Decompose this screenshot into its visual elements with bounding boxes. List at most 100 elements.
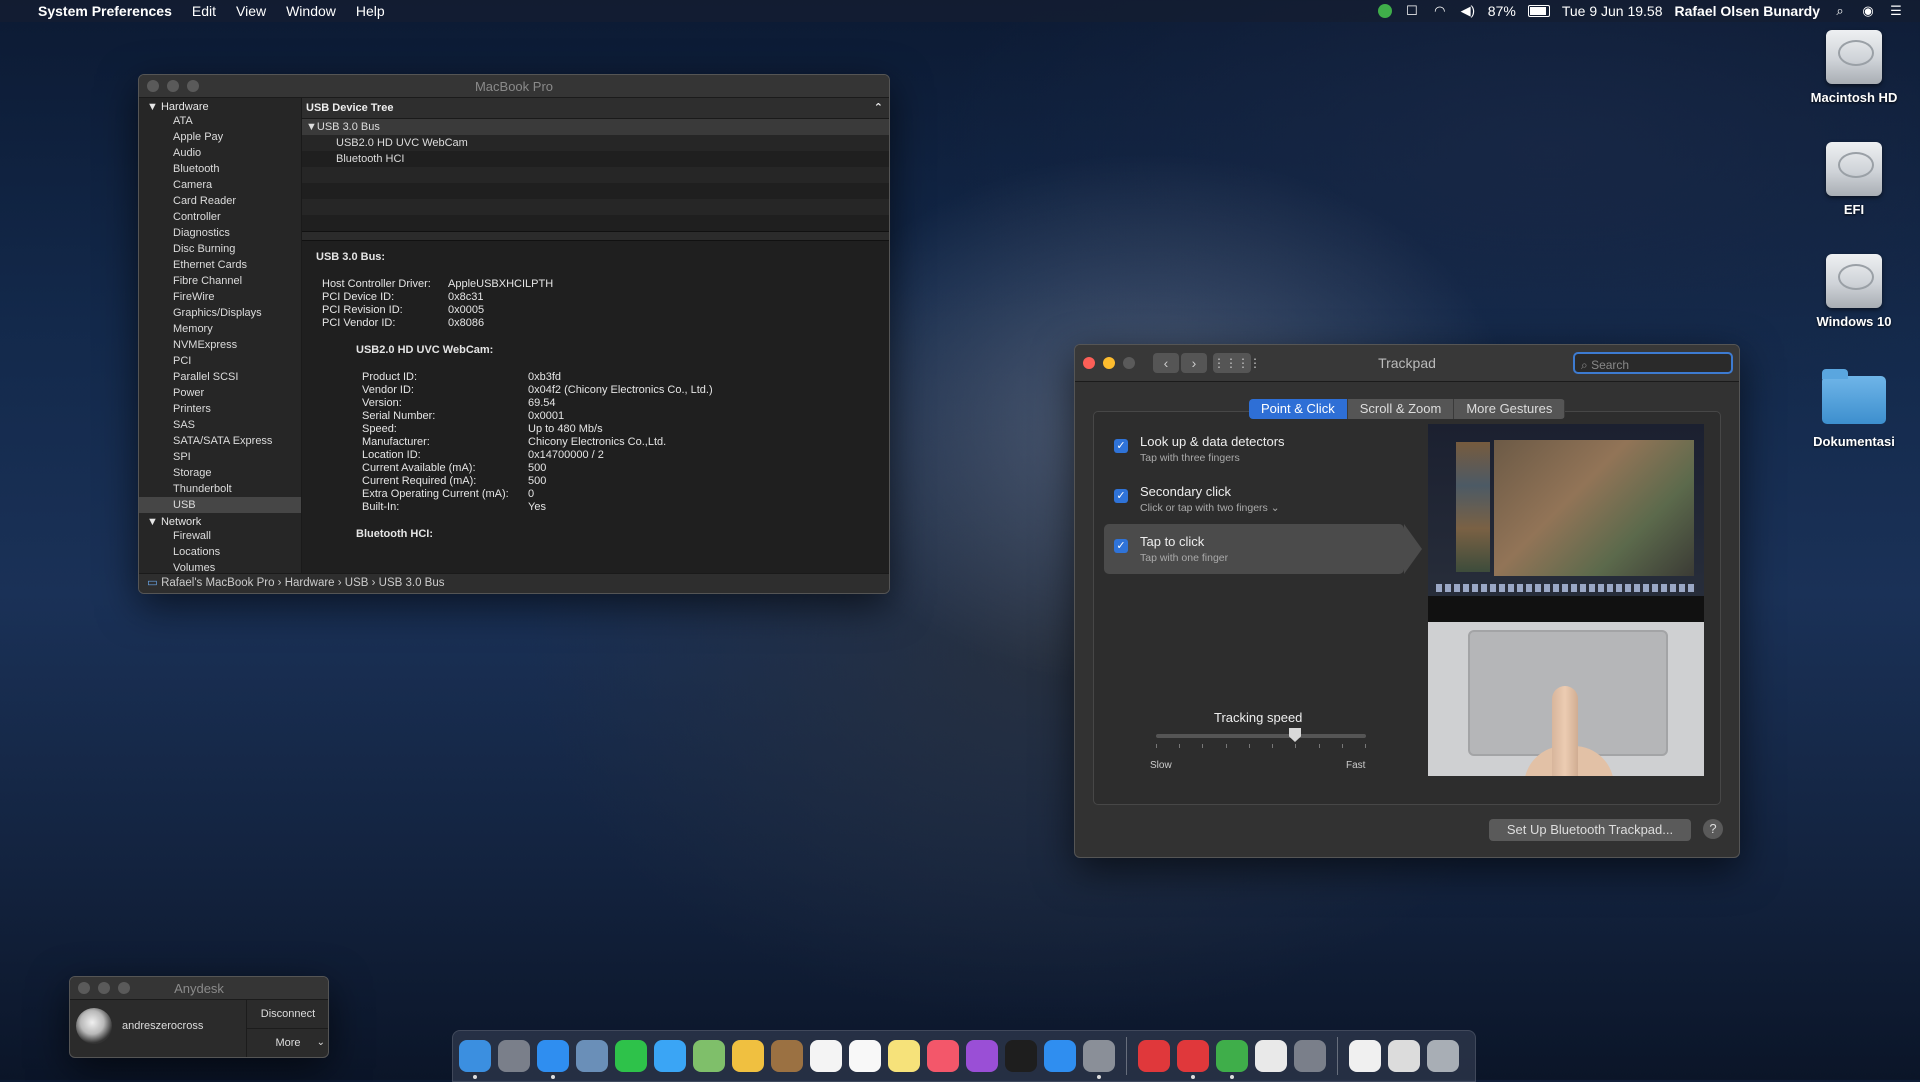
- globe-icon[interactable]: [1216, 1040, 1248, 1079]
- globe-status-icon[interactable]: [1377, 4, 1392, 18]
- tab-more-gestures[interactable]: More Gestures: [1454, 399, 1566, 419]
- forward-button[interactable]: ›: [1181, 353, 1207, 373]
- title-bar[interactable]: MacBook Pro: [139, 75, 889, 98]
- notification-center-icon[interactable]: ☰: [1888, 4, 1904, 18]
- zoom-button[interactable]: [1123, 357, 1135, 369]
- disclosure-triangle-icon[interactable]: ▼: [306, 121, 317, 133]
- minimize-button[interactable]: [1103, 357, 1115, 369]
- minimize-button[interactable]: [98, 982, 110, 994]
- notes-brown-icon[interactable]: [771, 1040, 803, 1072]
- sidebar-item[interactable]: ATA: [139, 113, 301, 129]
- volume-icon[interactable]: ◀): [1460, 4, 1476, 18]
- desktop-icon-dokumentasi[interactable]: Dokumentasi: [1794, 369, 1914, 449]
- option-look-up[interactable]: ✓ Look up & data detectors Tap with thre…: [1104, 424, 1404, 474]
- sidebar-group-hardware[interactable]: ▼ Hardware: [139, 98, 301, 113]
- battery-percent[interactable]: 87%: [1488, 3, 1516, 19]
- anydesk-2-icon[interactable]: [1177, 1040, 1209, 1079]
- notes-icon[interactable]: [888, 1040, 920, 1072]
- sidebar-item[interactable]: Power: [139, 385, 301, 401]
- anydesk-icon[interactable]: [1138, 1040, 1170, 1072]
- more-button[interactable]: More ⌄: [247, 1029, 328, 1057]
- sidebar-item[interactable]: SATA/SATA Express: [139, 433, 301, 449]
- desktop-icon-efi[interactable]: EFI: [1794, 142, 1914, 217]
- photos-icon[interactable]: [732, 1040, 764, 1072]
- zoom-button[interactable]: [187, 80, 199, 92]
- maps-icon[interactable]: [693, 1040, 725, 1072]
- tracking-speed-slider[interactable]: [1156, 728, 1366, 742]
- apple-tv-icon[interactable]: [1005, 1040, 1037, 1072]
- system-preferences-icon[interactable]: [1083, 1040, 1115, 1079]
- spotlight-icon[interactable]: ⌕: [1832, 4, 1848, 18]
- sidebar-item[interactable]: Diagnostics: [139, 225, 301, 241]
- path-text[interactable]: Rafael's MacBook Pro › Hardware › USB › …: [161, 577, 444, 589]
- setup-bluetooth-trackpad-button[interactable]: Set Up Bluetooth Trackpad...: [1489, 819, 1691, 841]
- sidebar-item[interactable]: Thunderbolt: [139, 481, 301, 497]
- tree-header[interactable]: USB Device Tree ⌃: [302, 98, 889, 119]
- sidebar-item[interactable]: Camera: [139, 177, 301, 193]
- disclosure-triangle-icon[interactable]: ▼: [147, 101, 158, 113]
- zoom-button[interactable]: [118, 982, 130, 994]
- sidebar-item[interactable]: SAS: [139, 417, 301, 433]
- tree-row-webcam[interactable]: USB2.0 HD UVC WebCam: [302, 135, 889, 151]
- reminders-icon[interactable]: [849, 1040, 881, 1072]
- sidebar-item[interactable]: Fibre Channel: [139, 273, 301, 289]
- wifi-icon[interactable]: ◠: [1432, 4, 1448, 18]
- document-icon[interactable]: [1349, 1040, 1381, 1072]
- search-field[interactable]: ⌕ Search: [1573, 352, 1733, 374]
- sidebar-item[interactable]: Volumes: [139, 560, 301, 574]
- sidebar-group-network[interactable]: ▼ Network: [139, 513, 301, 528]
- back-button[interactable]: ‹: [1153, 353, 1179, 373]
- close-button[interactable]: [1083, 357, 1095, 369]
- option-subtitle-dropdown[interactable]: Click or tap with two fingers ⌄: [1140, 502, 1280, 514]
- menu-window[interactable]: Window: [286, 3, 336, 19]
- messages-icon[interactable]: [654, 1040, 686, 1072]
- clock[interactable]: Tue 9 Jun 19.58: [1562, 3, 1663, 19]
- close-button[interactable]: [78, 982, 90, 994]
- sidebar-item[interactable]: Disc Burning: [139, 241, 301, 257]
- sidebar-item[interactable]: Bluetooth: [139, 161, 301, 177]
- show-all-grid-icon[interactable]: ⋮⋮⋮⋮: [1213, 353, 1261, 373]
- menu-help[interactable]: Help: [356, 3, 385, 19]
- checkbox-secondary-click[interactable]: ✓: [1114, 489, 1128, 503]
- desktop-icon-windows-10[interactable]: Windows 10: [1794, 254, 1914, 329]
- title-bar[interactable]: Anydesk: [70, 977, 328, 1000]
- desktop-icon-macintosh-hd[interactable]: Macintosh HD: [1794, 30, 1914, 105]
- menu-view[interactable]: View: [236, 3, 266, 19]
- sidebar-item[interactable]: Controller: [139, 209, 301, 225]
- finder-icon[interactable]: [459, 1040, 491, 1079]
- activity-icon[interactable]: ☐: [1404, 4, 1420, 18]
- tab-point-click[interactable]: Point & Click: [1249, 399, 1348, 419]
- textedit-icon[interactable]: [1255, 1040, 1287, 1072]
- user-name[interactable]: Rafael Olsen Bunardy: [1675, 3, 1821, 19]
- sidebar-item[interactable]: Graphics/Displays: [139, 305, 301, 321]
- app-store-icon[interactable]: [1044, 1040, 1076, 1072]
- disclosure-triangle-icon[interactable]: ▼: [147, 516, 158, 528]
- preview-icon[interactable]: [576, 1040, 608, 1072]
- sidebar-item[interactable]: Parallel SCSI: [139, 369, 301, 385]
- menu-edit[interactable]: Edit: [192, 3, 216, 19]
- sidebar-item[interactable]: PCI: [139, 353, 301, 369]
- option-tap-to-click[interactable]: ✓ Tap to click Tap with one finger: [1104, 524, 1422, 574]
- tab-scroll-zoom[interactable]: Scroll & Zoom: [1347, 399, 1455, 419]
- sidebar-item[interactable]: Audio: [139, 145, 301, 161]
- sidebar-item[interactable]: Storage: [139, 465, 301, 481]
- music-icon[interactable]: [927, 1040, 959, 1072]
- sidebar-item[interactable]: Apple Pay: [139, 129, 301, 145]
- launchpad-icon[interactable]: [498, 1040, 530, 1072]
- slider-thumb[interactable]: [1289, 728, 1301, 742]
- tree-row-bluetooth[interactable]: Bluetooth HCI: [302, 151, 889, 167]
- split-view-divider[interactable]: [302, 231, 889, 241]
- safari-icon[interactable]: [537, 1040, 569, 1079]
- sidebar-item[interactable]: Printers: [139, 401, 301, 417]
- sidebar-item[interactable]: Firewall: [139, 528, 301, 544]
- siri-icon[interactable]: ◉: [1860, 4, 1876, 18]
- facetime-icon[interactable]: [615, 1040, 647, 1072]
- podcasts-icon[interactable]: [966, 1040, 998, 1072]
- calendar-icon[interactable]: [810, 1040, 842, 1072]
- checkbox-look-up[interactable]: ✓: [1114, 439, 1128, 453]
- battery-icon[interactable]: [1527, 5, 1550, 17]
- screenshot-icon[interactable]: [1388, 1040, 1420, 1072]
- disconnect-button[interactable]: Disconnect: [247, 1000, 328, 1029]
- sidebar-item[interactable]: SPI: [139, 449, 301, 465]
- sidebar-item[interactable]: NVMExpress: [139, 337, 301, 353]
